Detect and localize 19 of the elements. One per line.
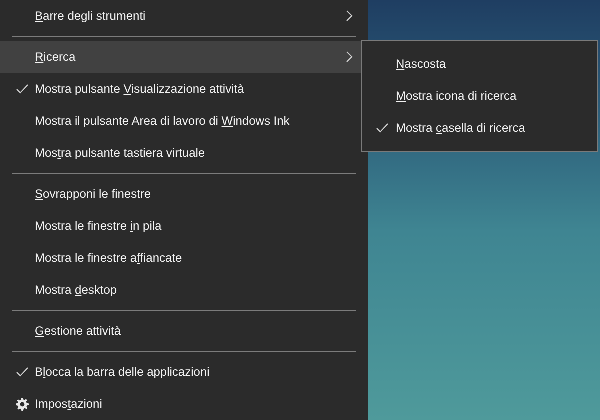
menu-item[interactable]: Mostra il pulsante Area di lavoro di Windows Ink: [8, 105, 360, 137]
checkmark-icon: [16, 367, 29, 377]
menu-item[interactable]: Mostra pulsante Visualizzazione attività: [8, 73, 360, 105]
checkmark-icon: [376, 123, 389, 133]
settings-icon: [16, 398, 29, 410]
menu-item[interactable]: Impostazioni: [8, 388, 360, 420]
menu-item[interactable]: Blocca la barra delle applicazioni: [8, 356, 360, 388]
menu-item[interactable]: Mostra le finestre in pila: [8, 210, 360, 242]
chevron-right-icon: [346, 51, 353, 63]
menu-item[interactable]: Mostra pulsante tastiera virtuale: [8, 137, 360, 169]
menu-item[interactable]: Mostra desktop: [8, 274, 360, 306]
checkmark-icon: [16, 84, 29, 94]
menu-item[interactable]: Gestione attività: [8, 315, 360, 347]
chevron-right-icon: [346, 10, 353, 22]
menu-item[interactable]: Sovrapponi le finestre: [8, 178, 360, 210]
menu-item[interactable]: Mostra icona di ricerca: [362, 80, 597, 112]
menu-item[interactable]: Mostra casella di ricerca: [362, 112, 597, 144]
menu-item[interactable]: Barre degli strumenti: [8, 0, 360, 32]
menu-item[interactable]: Mostra le finestre affiancate: [8, 242, 360, 274]
